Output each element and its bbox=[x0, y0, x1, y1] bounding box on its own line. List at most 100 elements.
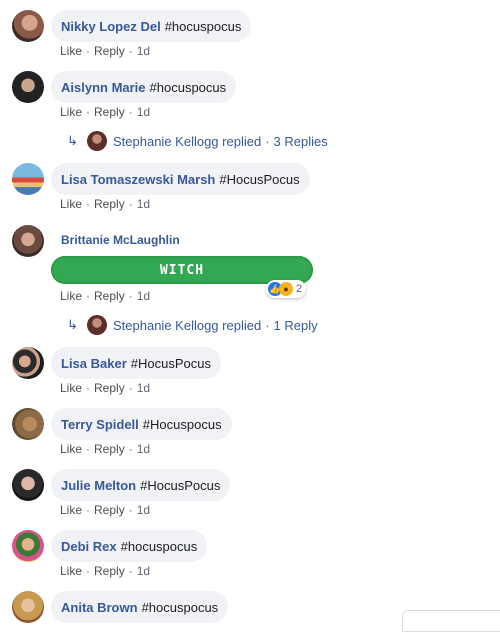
reply-link[interactable]: Reply bbox=[94, 197, 125, 211]
avatar[interactable] bbox=[12, 225, 44, 257]
reply-count: 1 Reply bbox=[273, 317, 318, 333]
comment-actions: Like · Reply · 1d bbox=[60, 44, 150, 58]
timestamp[interactable]: 1d bbox=[137, 44, 150, 58]
commenter-name[interactable]: Aislynn Marie bbox=[61, 80, 146, 95]
reply-count: 3 Replies bbox=[273, 133, 328, 149]
reply-link[interactable]: Reply bbox=[94, 564, 125, 578]
comment-bubble: Julie Melton #HocusPocus bbox=[51, 469, 231, 501]
commenter-name[interactable]: Nikky Lopez Del bbox=[61, 19, 161, 34]
reply-arrow-icon: ↳ bbox=[67, 317, 78, 332]
like-link[interactable]: Like bbox=[60, 564, 82, 578]
separator: · bbox=[128, 105, 133, 119]
separator: · bbox=[128, 564, 133, 578]
comment-actions: Like · Reply · 1d bbox=[60, 503, 150, 517]
comment-actions: Like · Reply · 1d bbox=[60, 197, 150, 211]
separator: · bbox=[128, 442, 133, 456]
commenter-name[interactable]: Julie Melton bbox=[61, 478, 136, 493]
separator: · bbox=[86, 197, 91, 211]
avatar[interactable] bbox=[12, 10, 44, 42]
reply-link[interactable]: Reply bbox=[94, 442, 125, 456]
separator: · bbox=[86, 381, 91, 395]
reply-author: Stephanie Kellogg bbox=[113, 133, 219, 149]
separator: · bbox=[86, 44, 91, 58]
avatar[interactable] bbox=[12, 530, 44, 562]
comment-bubble: Anita Brown #hocuspocus bbox=[51, 591, 229, 623]
comment-text: #hocuspocus bbox=[149, 79, 227, 95]
separator: · bbox=[128, 503, 133, 517]
separator: · bbox=[86, 105, 91, 119]
avatar bbox=[87, 315, 107, 335]
avatar[interactable] bbox=[12, 469, 44, 501]
comment-text: #HocusPocus bbox=[219, 171, 300, 187]
reply-link[interactable]: Reply bbox=[94, 503, 125, 517]
like-link[interactable]: Like bbox=[60, 503, 82, 517]
separator: · bbox=[86, 289, 91, 303]
like-link[interactable]: Like bbox=[60, 44, 82, 58]
separator: · bbox=[128, 197, 133, 211]
commenter-name[interactable]: Brittanie McLaughlin bbox=[61, 233, 180, 247]
commenter-name[interactable]: Lisa Baker bbox=[61, 356, 127, 371]
reply-verb: replied bbox=[222, 133, 262, 149]
like-link[interactable]: Like bbox=[60, 442, 82, 456]
timestamp[interactable]: 1d bbox=[137, 503, 150, 517]
separator: · bbox=[128, 381, 133, 395]
like-link[interactable]: Like bbox=[60, 289, 82, 303]
timestamp[interactable]: 1d bbox=[137, 564, 150, 578]
comment-bubble: Debi Rex #hocuspocus bbox=[51, 530, 208, 562]
comment-bubble: Lisa Baker #HocusPocus bbox=[51, 347, 221, 379]
timestamp[interactable]: 1d bbox=[137, 289, 150, 303]
timestamp[interactable]: 1d bbox=[137, 381, 150, 395]
reaction-summary[interactable]: 👍 ● 2 bbox=[266, 280, 307, 298]
comment-actions: Like · Reply · 1d bbox=[60, 381, 150, 395]
sticker-label: WITCH bbox=[159, 262, 205, 278]
comment-text: #hocuspocus bbox=[164, 18, 242, 34]
separator: · bbox=[86, 442, 91, 456]
avatar[interactable] bbox=[12, 408, 44, 440]
avatar[interactable] bbox=[12, 71, 44, 103]
reaction-count: 2 bbox=[296, 283, 303, 295]
separator: · bbox=[265, 133, 270, 149]
comment-actions: Like · Reply · 1d bbox=[60, 289, 150, 303]
comment-text: #HocusPocus bbox=[130, 355, 211, 371]
timestamp[interactable]: 1d bbox=[137, 105, 150, 119]
like-link[interactable]: Like bbox=[60, 381, 82, 395]
comment-actions: Like · Reply · 1d bbox=[60, 105, 150, 119]
comment-text: #HocusPocus bbox=[140, 477, 221, 493]
reply-author: Stephanie Kellogg bbox=[113, 317, 219, 333]
view-replies-link[interactable]: ↳ Stephanie Kellogg replied · 3 Replies bbox=[67, 131, 328, 151]
commenter-name[interactable]: Anita Brown bbox=[61, 600, 138, 615]
like-link[interactable]: Like bbox=[60, 105, 82, 119]
timestamp[interactable]: 1d bbox=[137, 197, 150, 211]
reply-link[interactable]: Reply bbox=[94, 289, 125, 303]
reply-link[interactable]: Reply bbox=[94, 44, 125, 58]
avatar bbox=[87, 131, 107, 151]
separator: · bbox=[86, 503, 91, 517]
avatar[interactable] bbox=[12, 591, 44, 623]
comment-actions: Like · Reply · 1d bbox=[60, 442, 150, 456]
commenter-name[interactable]: Lisa Tomaszewski Marsh bbox=[61, 172, 215, 187]
chat-tab-edge[interactable] bbox=[402, 610, 500, 632]
separator: · bbox=[128, 289, 133, 303]
comment-bubble: Aislynn Marie #hocuspocus bbox=[51, 71, 237, 103]
commenter-name[interactable]: Terry Spidell bbox=[61, 417, 139, 432]
wow-icon: ● bbox=[279, 282, 293, 296]
comment-text: #hocuspocus bbox=[141, 599, 219, 615]
separator: · bbox=[86, 564, 91, 578]
reply-link[interactable]: Reply bbox=[94, 381, 125, 395]
comment-text: #hocuspocus bbox=[120, 538, 198, 554]
separator: · bbox=[128, 44, 133, 58]
separator: · bbox=[265, 317, 270, 333]
comment-bubble: Nikky Lopez Del #hocuspocus bbox=[51, 10, 252, 42]
comment-text: #Hocuspocus bbox=[142, 416, 222, 432]
view-replies-link[interactable]: ↳ Stephanie Kellogg replied · 1 Reply bbox=[67, 315, 318, 335]
comment-actions: Like · Reply · 1d bbox=[60, 564, 150, 578]
avatar[interactable] bbox=[12, 347, 44, 379]
comment-bubble: Lisa Tomaszewski Marsh #HocusPocus bbox=[51, 163, 310, 195]
reply-arrow-icon: ↳ bbox=[67, 133, 78, 148]
comment-bubble: Terry Spidell #Hocuspocus bbox=[51, 408, 232, 440]
like-link[interactable]: Like bbox=[60, 197, 82, 211]
commenter-name[interactable]: Debi Rex bbox=[61, 539, 117, 554]
reply-link[interactable]: Reply bbox=[94, 105, 125, 119]
avatar[interactable] bbox=[12, 163, 44, 195]
timestamp[interactable]: 1d bbox=[137, 442, 150, 456]
